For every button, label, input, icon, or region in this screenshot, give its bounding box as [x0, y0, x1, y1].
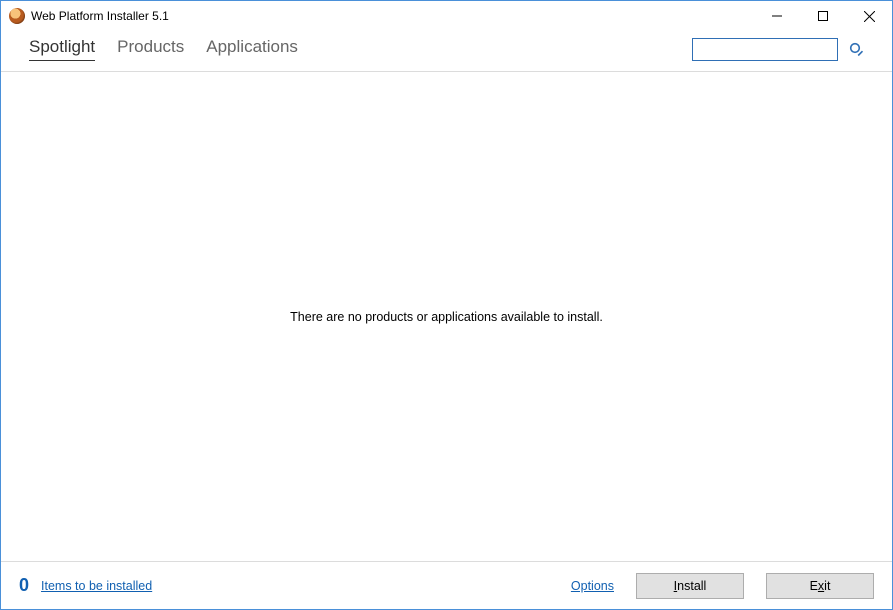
app-icon [9, 8, 25, 24]
maximize-icon [818, 11, 828, 21]
install-count: 0 [19, 575, 29, 596]
footer: 0 Items to be installed Options Install … [1, 561, 892, 609]
tab-row: Spotlight Products Applications [1, 31, 892, 72]
install-rest: nstall [677, 579, 706, 593]
tabs: Spotlight Products Applications [29, 37, 298, 61]
main-content: There are no products or applications av… [1, 72, 892, 561]
minimize-icon [772, 11, 782, 21]
items-to-install-link[interactable]: Items to be installed [41, 579, 152, 593]
install-button[interactable]: Install [636, 573, 744, 599]
window-controls [754, 1, 892, 31]
close-button[interactable] [846, 1, 892, 31]
tab-applications[interactable]: Applications [206, 37, 298, 61]
search-input[interactable] [692, 38, 838, 61]
titlebar: Web Platform Installer 5.1 [1, 1, 892, 31]
tab-spotlight[interactable]: Spotlight [29, 37, 95, 61]
exit-button[interactable]: Exit [766, 573, 874, 599]
search-wrap [692, 38, 864, 61]
tab-products[interactable]: Products [117, 37, 184, 61]
search-icon[interactable] [848, 41, 864, 57]
empty-message: There are no products or applications av… [290, 310, 603, 324]
window-title: Web Platform Installer 5.1 [31, 9, 169, 23]
minimize-button[interactable] [754, 1, 800, 31]
options-link[interactable]: Options [571, 579, 614, 593]
maximize-button[interactable] [800, 1, 846, 31]
close-icon [864, 11, 875, 22]
